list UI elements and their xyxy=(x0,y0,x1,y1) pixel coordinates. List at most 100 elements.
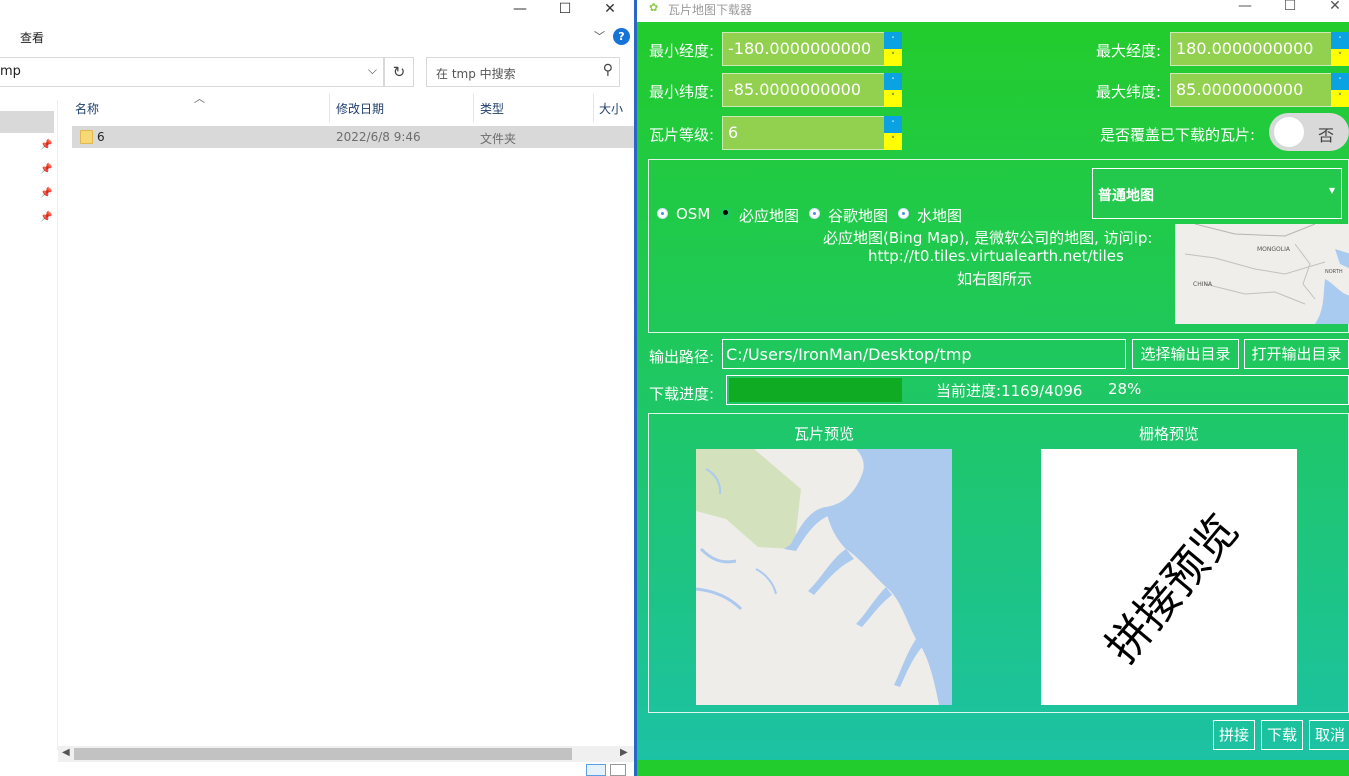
spin-down-icon[interactable]: ˅ xyxy=(884,133,902,150)
scroll-left-icon[interactable]: ◀ xyxy=(62,747,70,758)
max-lng-input[interactable]: 180.0000000000 ˄ ˅ xyxy=(1170,32,1349,66)
radio-water[interactable] xyxy=(898,208,909,219)
radio-label-osm[interactable]: OSM xyxy=(676,205,710,223)
explorer-maximize-button[interactable]: ☐ xyxy=(545,0,585,18)
spin-up-icon[interactable]: ˄ xyxy=(1331,32,1349,49)
radio-label-water[interactable]: 水地图 xyxy=(917,205,962,226)
open-output-dir-button[interactable]: 打开输出目录 xyxy=(1244,339,1349,369)
min-lng-label: 最小经度: xyxy=(649,42,715,60)
download-button[interactable]: 下载 xyxy=(1261,720,1303,750)
scrollbar-thumb[interactable] xyxy=(74,748,572,760)
maximize-button[interactable]: ☐ xyxy=(1270,0,1310,14)
grid-preview-title: 栅格预览 xyxy=(1139,425,1200,443)
search-input[interactable]: 在 tmp 中搜索 ⚲ xyxy=(426,57,620,87)
help-icon[interactable]: ? xyxy=(613,28,630,45)
max-lat-input[interactable]: 85.0000000000 ˄ ˅ xyxy=(1170,73,1349,107)
thumbnail-map-image: MONGOLIA CHINA NORTH xyxy=(1175,224,1349,324)
radio-label-bing[interactable]: 必应地图 xyxy=(739,205,799,226)
large-icons-view-icon[interactable] xyxy=(610,764,626,776)
radio-bing[interactable] xyxy=(721,208,732,219)
nav-item-selected[interactable] xyxy=(0,111,54,133)
column-header-date[interactable]: 修改日期 xyxy=(336,100,384,117)
spin-down-icon[interactable]: ˅ xyxy=(1331,90,1349,107)
file-row[interactable]: 6 2022/6/8 9:46 文件夹 xyxy=(72,126,634,148)
overwrite-toggle[interactable]: 否 xyxy=(1269,113,1349,151)
tile-preview-title: 瓦片预览 xyxy=(794,425,855,443)
min-lat-spinner[interactable]: ˄ ˅ xyxy=(884,73,902,107)
tile-downloader-window: ✿ 瓦片地图下载器 — ☐ ✕ 最小经度: -180.0000000000 ˄ … xyxy=(634,0,1349,776)
spin-up-icon[interactable]: ˄ xyxy=(884,116,902,133)
map-type-value: 普通地图 xyxy=(1098,188,1154,204)
radio-osm[interactable] xyxy=(657,208,668,219)
address-text: mp xyxy=(0,64,21,79)
map-source-thumbnail: MONGOLIA CHINA NORTH xyxy=(1175,224,1349,324)
min-lng-input[interactable]: -180.0000000000 ˄ ˅ xyxy=(722,32,902,66)
source-description-line1: 必应地图(Bing Map), 是微软公司的地图, 访问ip: xyxy=(823,229,1153,247)
horizontal-scrollbar[interactable]: ◀ ▶ xyxy=(58,746,634,762)
spin-down-icon[interactable]: ˅ xyxy=(884,90,902,107)
explorer-minimize-button[interactable]: — xyxy=(500,0,540,18)
explorer-close-button[interactable]: ✕ xyxy=(590,0,630,18)
column-divider[interactable] xyxy=(593,94,594,122)
file-explorer-window: — ☐ ✕ 查看 ﹀ ? mp ⌵ ↻ 在 tmp 中搜索 ⚲ 📌 📌 📌 📌 … xyxy=(0,0,634,776)
output-path-input[interactable]: C:/Users/IronMan/Desktop/tmp xyxy=(722,339,1126,369)
sort-ascending-icon: ︿ xyxy=(194,92,205,105)
thumbnail-label-mongolia: MONGOLIA xyxy=(1257,246,1291,253)
minimize-button[interactable]: — xyxy=(1225,0,1265,14)
title-bar: ✿ 瓦片地图下载器 — ☐ ✕ xyxy=(637,0,1349,22)
source-description-line2: http://t0.tiles.virtualearth.net/tiles xyxy=(868,247,1124,265)
column-header-name[interactable]: 名称 xyxy=(75,100,99,117)
zoom-spinner[interactable]: ˄ ˅ xyxy=(884,116,902,150)
cancel-button[interactable]: 取消 xyxy=(1309,720,1349,750)
chevron-down-icon[interactable]: ⌵ xyxy=(368,63,377,78)
min-lng-spinner[interactable]: ˄ ˅ xyxy=(884,32,902,66)
tile-preview-image xyxy=(696,449,952,705)
choose-output-dir-button[interactable]: 选择输出目录 xyxy=(1132,339,1239,369)
spin-up-icon[interactable]: ˄ xyxy=(884,32,902,49)
max-lat-label: 最大纬度: xyxy=(1096,83,1162,101)
column-header-size[interactable]: 大小 xyxy=(599,100,623,117)
details-view-icon[interactable] xyxy=(586,764,606,776)
explorer-ribbon: 查看 ﹀ ? xyxy=(0,26,634,48)
spin-up-icon[interactable]: ˄ xyxy=(1331,73,1349,90)
zoom-input[interactable]: 6 ˄ ˅ xyxy=(722,116,902,150)
toggle-knob xyxy=(1274,117,1304,147)
address-bar[interactable]: mp ⌵ xyxy=(0,57,384,87)
radio-label-google[interactable]: 谷歌地图 xyxy=(828,205,888,226)
search-icon: ⚲ xyxy=(602,62,613,78)
zoom-label: 瓦片等级: xyxy=(649,126,715,144)
max-lng-value: 180.0000000000 xyxy=(1176,39,1314,58)
column-divider[interactable] xyxy=(473,94,474,122)
overwrite-label: 是否覆盖已下载的瓦片: xyxy=(1100,126,1256,144)
min-lat-input[interactable]: -85.0000000000 ˄ ˅ xyxy=(722,73,902,107)
search-placeholder: 在 tmp 中搜索 xyxy=(436,67,516,81)
tile-map-graphic xyxy=(696,449,952,705)
spin-up-icon[interactable]: ˄ xyxy=(884,73,902,90)
output-path-value: C:/Users/IronMan/Desktop/tmp xyxy=(726,345,972,364)
scroll-right-icon[interactable]: ▶ xyxy=(620,747,628,758)
spin-down-icon[interactable]: ˅ xyxy=(884,49,902,66)
folder-icon xyxy=(80,130,93,144)
close-button[interactable]: ✕ xyxy=(1315,0,1349,14)
column-header-type[interactable]: 类型 xyxy=(480,100,504,117)
thumbnail-label-china: CHINA xyxy=(1193,281,1213,288)
map-type-select[interactable]: 普通地图 ▼ xyxy=(1092,168,1342,219)
refresh-button[interactable]: ↻ xyxy=(384,57,414,87)
spin-down-icon[interactable]: ˅ xyxy=(1331,49,1349,66)
source-description-line3: 如右图所示 xyxy=(957,270,1033,288)
max-lat-value: 85.0000000000 xyxy=(1176,80,1304,99)
ribbon-tab-view[interactable]: 查看 xyxy=(20,29,44,46)
max-lng-spinner[interactable]: ˄ ˅ xyxy=(1331,32,1349,66)
max-lat-spinner[interactable]: ˄ ˅ xyxy=(1331,73,1349,107)
min-lat-value: -85.0000000000 xyxy=(728,80,862,99)
radio-google[interactable] xyxy=(809,208,820,219)
progress-percent-text: 28% xyxy=(1108,380,1142,398)
download-progress-bar: 当前进度:1169/4096 28% xyxy=(726,375,1349,405)
refresh-icon: ↻ xyxy=(392,63,406,81)
chevron-down-icon[interactable]: ﹀ xyxy=(594,28,605,44)
navigation-pane: 📌 📌 📌 📌 xyxy=(0,100,58,750)
grid-preview-image: 拼接预览 xyxy=(1041,449,1297,705)
pin-icon: 📌 xyxy=(40,188,53,199)
column-divider[interactable] xyxy=(329,94,330,122)
merge-button[interactable]: 拼接 xyxy=(1213,720,1255,750)
